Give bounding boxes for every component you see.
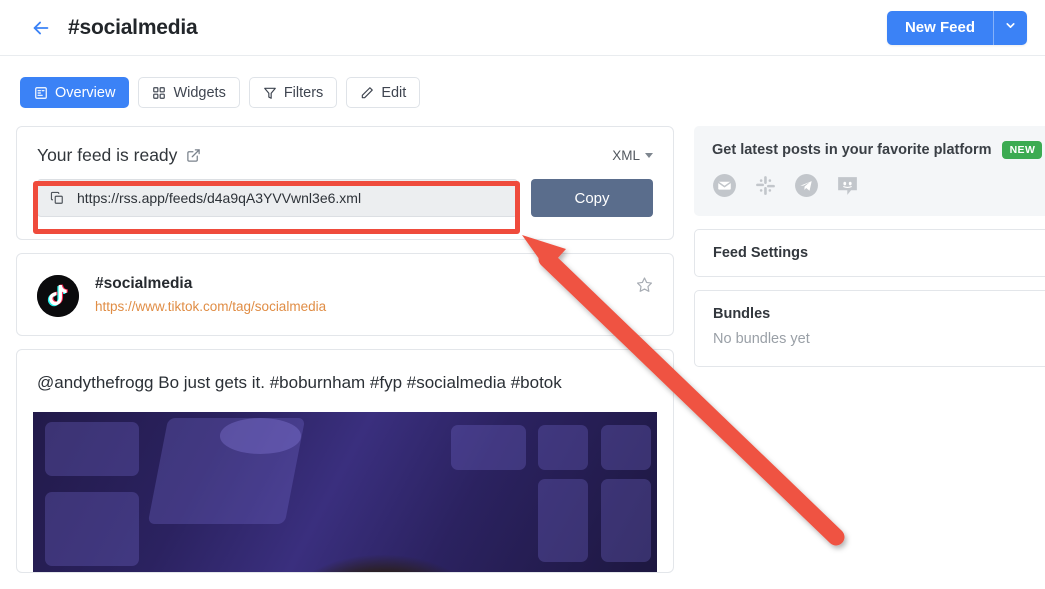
feed-settings-title: Feed Settings [713, 245, 809, 261]
source-url-link[interactable]: https://www.tiktok.com/tag/socialmedia [95, 299, 326, 314]
tab-overview[interactable]: Overview [20, 77, 130, 108]
copy-button[interactable]: Copy [531, 179, 653, 217]
star-outline-icon [636, 276, 653, 298]
telegram-icon[interactable] [794, 173, 819, 198]
feed-card-header: Your feed is ready XML [37, 145, 653, 166]
platform-icon-list [712, 173, 1036, 198]
tiktok-logo-icon [37, 275, 79, 317]
feed-url-field[interactable]: https://rss.app/feeds/d4a9qA3YVVwnl3e6.x… [37, 179, 518, 217]
post-media-wrapper [17, 412, 673, 573]
feed-post-card: @andythefrogg Bo just gets it. #boburnha… [16, 349, 674, 574]
feed-settings-card[interactable]: Feed Settings [694, 229, 1045, 277]
external-link-icon[interactable] [186, 148, 201, 163]
view-tabs: Overview Widgets Filters Edit [20, 77, 421, 108]
feed-source-card: #socialmedia https://www.tiktok.com/tag/… [16, 253, 674, 336]
copy-icon [50, 191, 64, 205]
feed-format-select[interactable]: XML [612, 148, 653, 163]
new-feed-dropdown-button[interactable] [993, 10, 1027, 45]
pencil-icon [360, 86, 374, 100]
chevron-down-icon [1004, 19, 1017, 37]
promo-title: Get latest posts in your favorite platfo… [712, 142, 992, 158]
back-button[interactable] [28, 15, 54, 41]
discord-icon[interactable] [835, 173, 860, 198]
feed-url-text: https://rss.app/feeds/d4a9qA3YVVwnl3e6.x… [77, 190, 362, 206]
arrow-left-icon [30, 17, 52, 39]
new-feed-button-group: New Feed [886, 10, 1027, 45]
tab-widgets-label: Widgets [173, 84, 226, 101]
grid-squares-icon [152, 86, 166, 100]
promo-header: Get latest posts in your favorite platfo… [712, 141, 1043, 159]
header-actions: New Feed [886, 10, 1027, 45]
slack-icon[interactable] [753, 173, 778, 198]
tab-edit[interactable]: Edit [346, 77, 421, 108]
document-list-icon [34, 86, 48, 100]
feed-ready-card: Your feed is ready XML https://rss.app/f… [16, 126, 674, 240]
source-meta: #socialmedia https://www.tiktok.com/tag/… [95, 272, 326, 316]
post-text: @andythefrogg Bo just gets it. #boburnha… [37, 373, 562, 392]
tab-overview-label: Overview [55, 84, 116, 101]
feed-url-row: https://rss.app/feeds/d4a9qA3YVVwnl3e6.x… [37, 179, 653, 217]
tab-filters[interactable]: Filters [248, 77, 338, 108]
caret-down-icon [645, 153, 653, 158]
new-badge: NEW [1001, 141, 1043, 159]
tab-filters-label: Filters [283, 84, 324, 101]
page-title: #socialmedia [68, 15, 198, 39]
new-feed-button[interactable]: New Feed [886, 10, 993, 45]
bundles-empty-text: No bundles yet [713, 331, 810, 347]
funnel-icon [263, 86, 277, 100]
side-column: Get latest posts in your favorite platfo… [694, 126, 1045, 380]
email-icon[interactable] [712, 173, 737, 198]
bundles-title: Bundles [713, 306, 771, 322]
bundles-card: Bundles No bundles yet [694, 290, 1045, 367]
page-header: #socialmedia New Feed [0, 0, 1045, 56]
feed-ready-title: Your feed is ready [37, 145, 178, 165]
favorite-button[interactable] [636, 276, 653, 298]
platform-promo-panel: Get latest posts in your favorite platfo… [694, 126, 1045, 216]
tab-widgets[interactable]: Widgets [138, 77, 240, 108]
tab-edit-label: Edit [381, 84, 407, 101]
main-column: Your feed is ready XML https://rss.app/f… [16, 126, 674, 586]
video-thumbnail[interactable] [33, 412, 657, 573]
app-root: #socialmedia New Feed Overview Widgets F… [0, 0, 1045, 589]
source-name: #socialmedia [95, 275, 193, 292]
feed-format-label: XML [612, 148, 640, 163]
